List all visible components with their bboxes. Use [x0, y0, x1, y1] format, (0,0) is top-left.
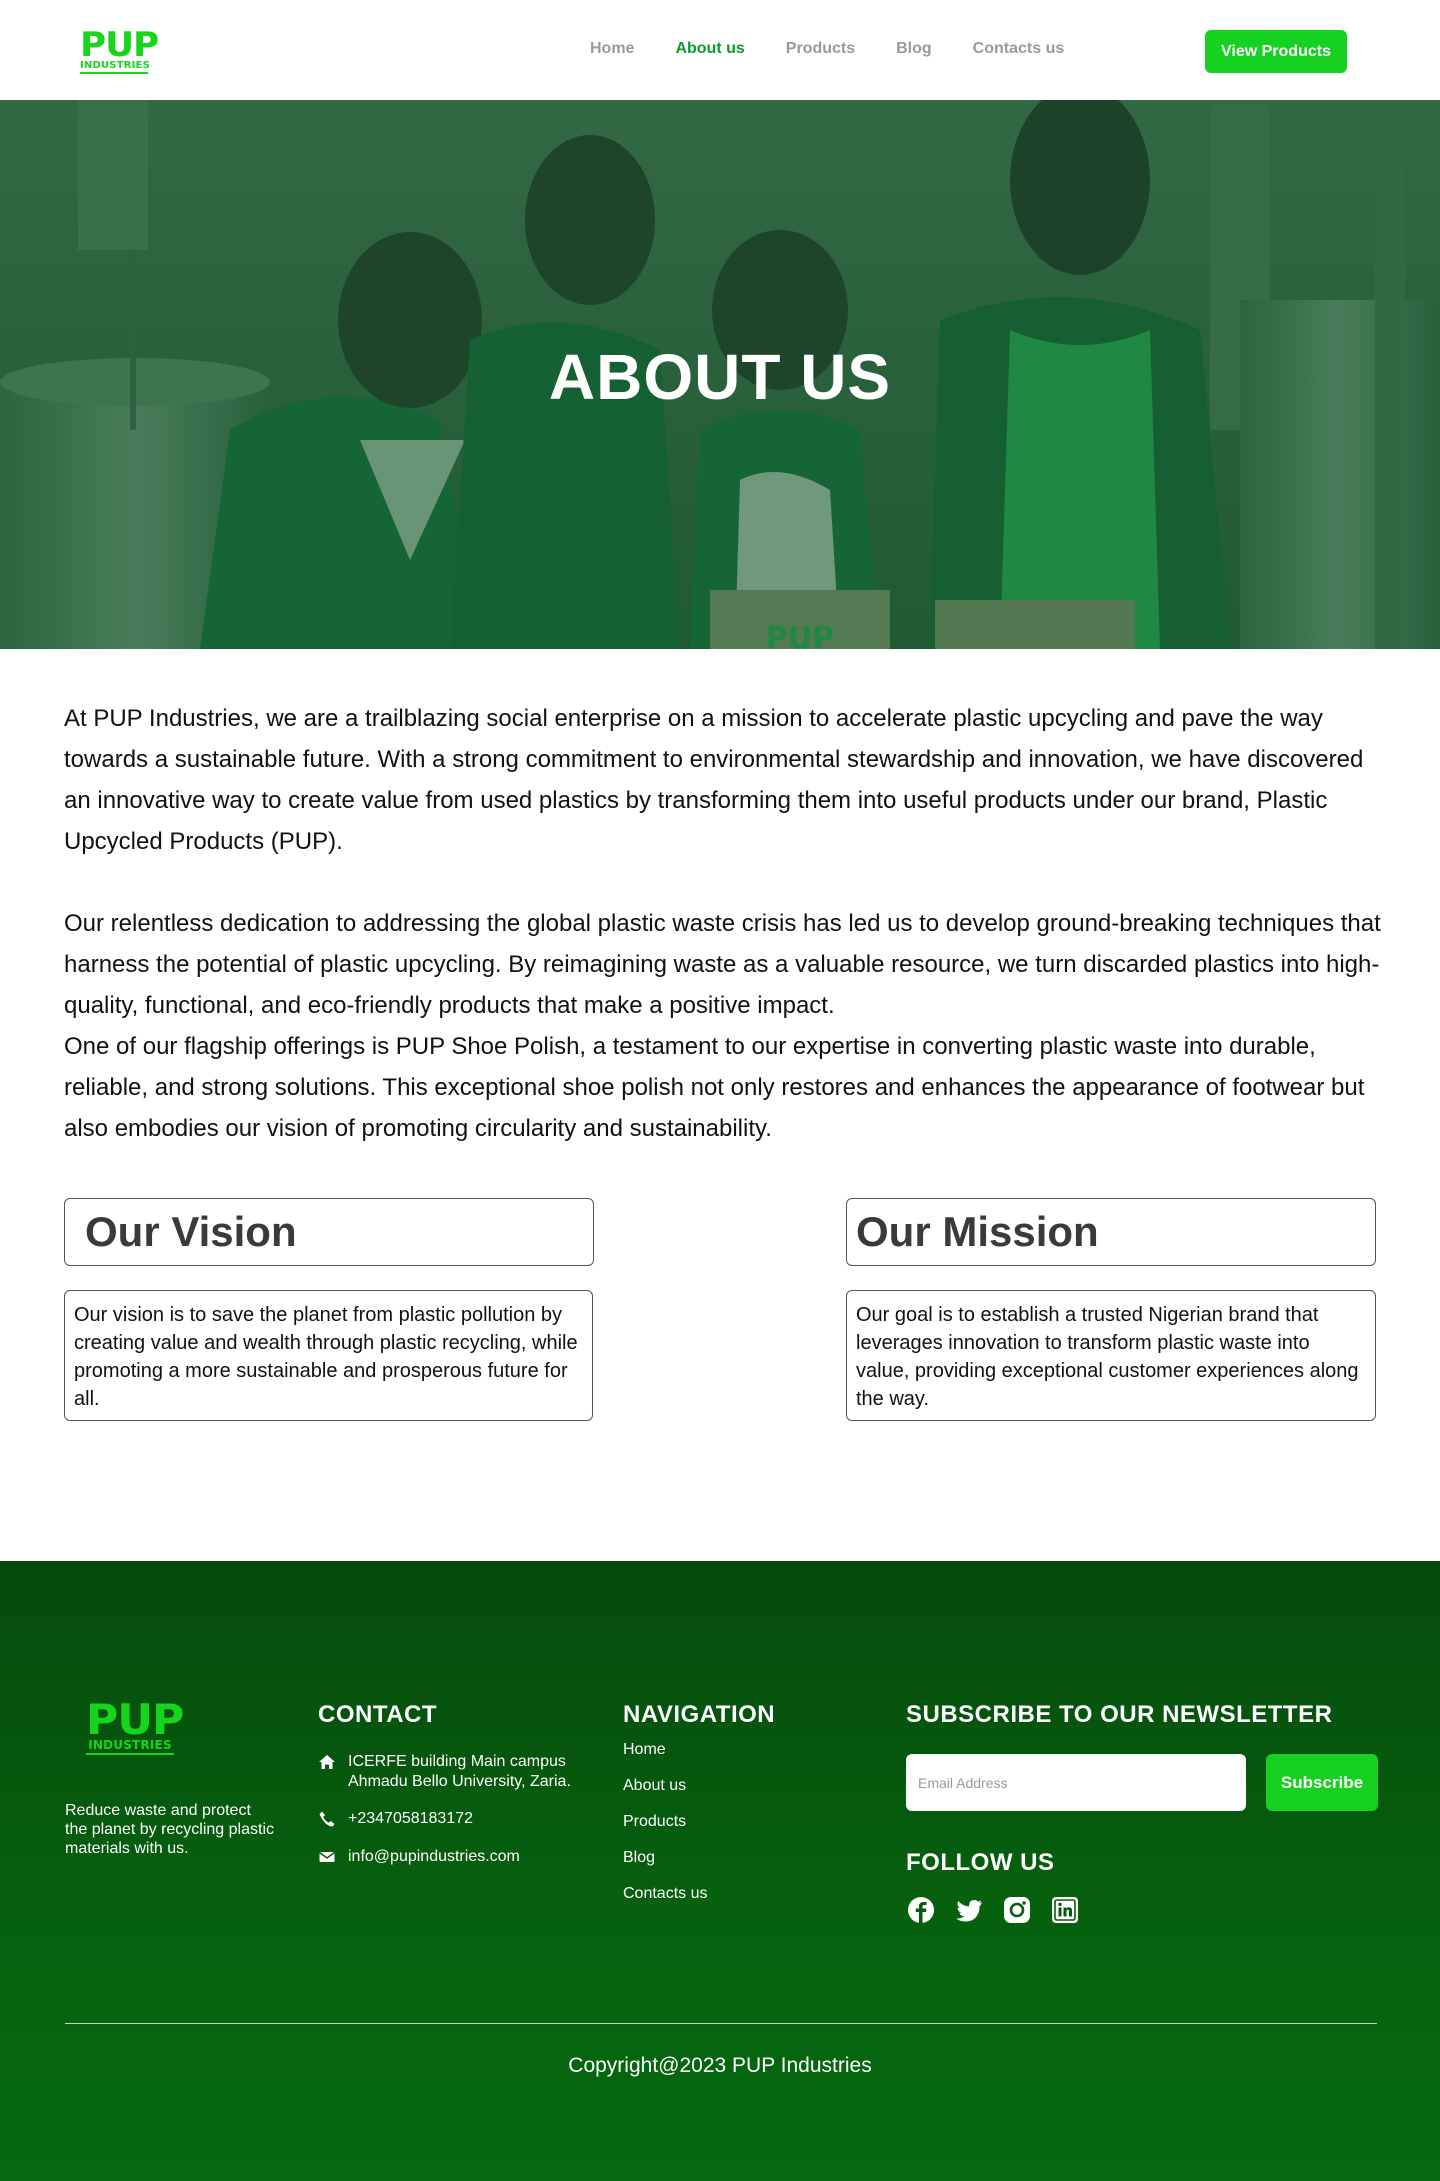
- main-nav: Home About us Products Blog Contacts us: [590, 40, 1105, 58]
- footer-tagline: Reduce waste and protect the planet by r…: [65, 1802, 274, 1857]
- nav-link-products[interactable]: Products: [786, 40, 855, 58]
- mission-text: Our goal is to establish a trusted Niger…: [856, 1304, 1359, 1410]
- newsletter-email-input[interactable]: [906, 1754, 1246, 1811]
- vision-text: Our vision is to save the planet from pl…: [74, 1304, 578, 1410]
- home-icon: [319, 1755, 335, 1769]
- nav-link-blog[interactable]: Blog: [896, 40, 932, 58]
- nav-link-home[interactable]: Home: [590, 40, 634, 58]
- contact-phone: +2347058183172: [318, 1809, 473, 1829]
- instagram-icon[interactable]: [1002, 1895, 1032, 1925]
- logo-text: PUP: [80, 25, 159, 65]
- footer-logo-text: PUP: [86, 1695, 184, 1744]
- phone-number[interactable]: +2347058183172: [348, 1809, 473, 1829]
- footer-nav-home[interactable]: Home: [623, 1741, 666, 1759]
- nav-link-about[interactable]: About us: [675, 40, 744, 58]
- vision-title: Our Vision: [85, 1208, 297, 1255]
- view-products-button[interactable]: View Products: [1205, 30, 1347, 73]
- follow-us-heading: FOLLOW US: [906, 1849, 1055, 1876]
- footer-nav-products[interactable]: Products: [623, 1813, 686, 1831]
- mission-title: Our Mission: [856, 1208, 1099, 1255]
- footer-logo[interactable]: PUP INDUSTRIES: [86, 1699, 184, 1755]
- vision-title-box: Our Vision: [64, 1198, 594, 1266]
- page-title: ABOUT US: [548, 341, 892, 413]
- twitter-icon[interactable]: [954, 1895, 984, 1925]
- facebook-icon[interactable]: [906, 1895, 936, 1925]
- phone-icon: [319, 1811, 335, 1827]
- about-intro: At PUP Industries, we are a trailblazing…: [64, 698, 1384, 1149]
- intro-paragraph-3: One of our flagship offerings is PUP Sho…: [64, 1033, 1365, 1142]
- footer-divider: [65, 2023, 1377, 2024]
- vision-text-box: Our vision is to save the planet from pl…: [64, 1290, 593, 1421]
- newsletter-heading: SUBSCRIBE TO OUR NEWSLETTER: [906, 1701, 1333, 1728]
- email-address[interactable]: info@pupindustries.com: [348, 1847, 520, 1867]
- address-line-1: ICERFE building Main campus: [348, 1753, 566, 1770]
- site-footer: PUP INDUSTRIES Reduce waste and protect …: [0, 1561, 1440, 2181]
- pup-logo[interactable]: PUP INDUSTRIES: [80, 28, 159, 74]
- subscribe-button[interactable]: Subscribe: [1266, 1754, 1378, 1811]
- address-line-2: Ahmadu Bello University, Zaria.: [348, 1773, 571, 1790]
- linkedin-icon[interactable]: [1050, 1895, 1080, 1925]
- footer-nav-contacts[interactable]: Contacts us: [623, 1885, 707, 1903]
- mail-icon: [319, 1851, 335, 1862]
- copyright-text: Copyright@2023 PUP Industries: [568, 2054, 872, 2077]
- footer-nav-blog[interactable]: Blog: [623, 1849, 655, 1867]
- hero-banner: PUP ABOUT US: [0, 100, 1440, 649]
- contact-address: ICERFE building Main campus Ahmadu Bello…: [318, 1752, 571, 1792]
- contact-heading: CONTACT: [318, 1701, 438, 1728]
- contact-email: info@pupindustries.com: [318, 1847, 520, 1867]
- navigation-heading: NAVIGATION: [623, 1701, 776, 1728]
- intro-paragraph-1: At PUP Industries, we are a trailblazing…: [64, 705, 1364, 855]
- mission-text-box: Our goal is to establish a trusted Niger…: [846, 1290, 1376, 1421]
- intro-paragraph-2: Our relentless dedication to addressing …: [64, 910, 1381, 1019]
- mission-title-box: Our Mission: [846, 1198, 1376, 1266]
- top-navbar: PUP INDUSTRIES Home About us Products Bl…: [0, 0, 1440, 100]
- footer-nav-about[interactable]: About us: [623, 1777, 686, 1795]
- nav-link-contacts[interactable]: Contacts us: [973, 40, 1065, 58]
